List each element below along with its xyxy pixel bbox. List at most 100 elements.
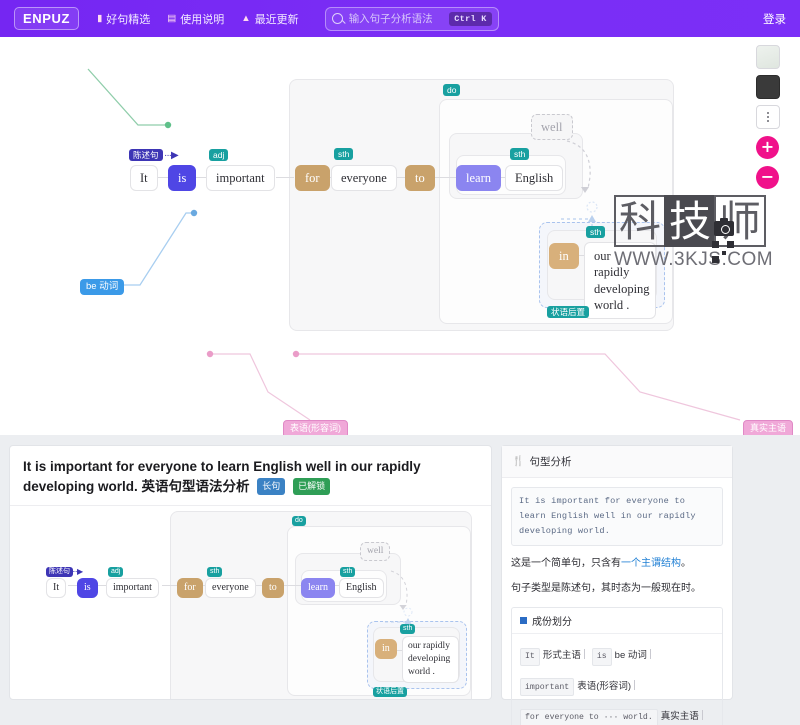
nav-item-hao-ju[interactable]: ▮ 好句精选 xyxy=(97,11,150,27)
node-well[interactable]: well xyxy=(531,114,573,141)
bookmark-icon: ▮ xyxy=(97,12,103,24)
mini-tag-sth-everyone: sth xyxy=(207,567,223,577)
square-icon xyxy=(520,617,527,625)
mini-tag-adj: adj xyxy=(108,567,124,577)
node-world-phrase[interactable]: our rapidly developing world . xyxy=(584,242,656,319)
mini-node-important[interactable]: important xyxy=(106,578,159,598)
component-row: It 形式主语 is be 动词 xyxy=(520,641,714,667)
component-text: for everyone to ··· world. xyxy=(520,708,658,725)
mini-node-well[interactable]: well xyxy=(360,542,391,562)
dashed-wires xyxy=(560,140,598,233)
nav-label: 使用说明 xyxy=(180,13,225,26)
analysis-panel-header: 🍴 句型分析 xyxy=(502,446,732,478)
app-logo[interactable]: ENPUZ xyxy=(14,7,80,30)
nav-label: 最近更新 xyxy=(254,13,299,26)
mini-diagram[interactable]: 陈述句 ···▶ It is adj important for sth eve… xyxy=(10,506,491,699)
bell-icon: ▲ xyxy=(241,12,251,24)
page-title: It is important for everyone to learn En… xyxy=(10,446,491,507)
node-is[interactable]: is xyxy=(168,165,197,192)
line1-part-d: 一个主谓结构 xyxy=(621,558,681,570)
mini-node-learn[interactable]: learn xyxy=(301,578,335,598)
component-role: 形式主语 xyxy=(542,650,581,662)
mini-node-to[interactable]: to xyxy=(262,578,284,598)
book-icon: ▤ xyxy=(167,12,177,24)
mini-tag-do: do xyxy=(292,516,306,526)
node-to[interactable]: to xyxy=(405,165,435,192)
zoom-out-button[interactable]: − xyxy=(756,166,779,189)
search-box[interactable]: 输入句子分析语法 Ctrl K xyxy=(324,6,499,31)
mini-node-world-phrase[interactable]: our rapidly developing world . xyxy=(402,636,459,683)
line1-part-e: 。 xyxy=(681,558,691,570)
tag-sth-english: sth xyxy=(510,148,530,161)
node-in[interactable]: in xyxy=(549,243,579,270)
component-row: for everyone to ··· world. 真实主语 xyxy=(520,702,714,725)
analysis-icon: 🍴 xyxy=(512,456,525,467)
sentence-card: It is important for everyone to learn En… xyxy=(9,445,492,700)
declarative-arrow-icon: ···▶ xyxy=(164,150,179,161)
search-icon xyxy=(331,13,343,24)
analysis-line-1: 这是一个简单句，只含有一个主谓结构。 xyxy=(511,556,723,571)
node-everyone[interactable]: everyone xyxy=(331,165,397,192)
mini-node-is[interactable]: is xyxy=(77,578,98,598)
badge-long-sentence: 长句 xyxy=(257,477,286,495)
lower-section: It is important for everyone to learn En… xyxy=(0,435,800,725)
label-real-subject: 真实主语 xyxy=(743,420,794,435)
login-button[interactable]: 登录 xyxy=(763,11,786,27)
analysis-panel-body: It is important for everyone to learn En… xyxy=(502,478,732,725)
mini-tag-declarative: 陈述句 xyxy=(46,567,73,577)
component-row: important 表语(形容词) xyxy=(520,672,714,698)
tag-adj: adj xyxy=(209,149,229,162)
node-english[interactable]: English xyxy=(505,165,564,192)
mini-node-in[interactable]: in xyxy=(375,639,397,659)
search-input[interactable]: 输入句子分析语法 xyxy=(349,11,450,26)
tag-sth-world: sth xyxy=(586,226,606,239)
analysis-panel-title: 句型分析 xyxy=(529,456,572,468)
tag-adverbial: 状语后置 xyxy=(547,306,590,319)
line1-part-c: ，只含有 xyxy=(581,558,621,570)
zoom-in-button[interactable]: + xyxy=(756,136,779,159)
background-light-button[interactable] xyxy=(756,45,780,69)
mini-node-everyone[interactable]: everyone xyxy=(205,578,256,598)
analysis-line-2: 句子类型是陈述句，其时态为一般现在时。 xyxy=(511,583,701,595)
nav-item-zui-jin[interactable]: ▲ 最近更新 xyxy=(241,11,298,27)
tag-declarative: 陈述句 xyxy=(129,149,163,162)
mini-tag-adverbial: 状语后置 xyxy=(373,687,407,697)
more-vertical-icon[interactable] xyxy=(756,105,780,129)
label-be-verb: be 动词 xyxy=(80,279,125,296)
mini-node-for[interactable]: for xyxy=(177,578,203,598)
component-role: 真实主语 xyxy=(660,711,699,723)
components-title: 成份划分 xyxy=(532,617,572,629)
mini-tag-sth-world: sth xyxy=(400,624,416,634)
nav-label: 好句精选 xyxy=(106,13,151,26)
tag-sth-everyone: sth xyxy=(334,148,354,161)
component-role: 表语(形容词) xyxy=(577,680,632,692)
tag-do: do xyxy=(443,84,461,97)
line1-part-b: 简单句 xyxy=(551,558,581,570)
mini-declarative-arrow-icon: ···▶ xyxy=(72,567,83,577)
mini-tag-sth-english: sth xyxy=(340,567,356,577)
mini-node-english[interactable]: English xyxy=(339,578,384,598)
analysis-quote: It is important for everyone to learn En… xyxy=(511,487,723,547)
node-learn[interactable]: learn xyxy=(456,165,501,192)
badge-unlocked: 已解锁 xyxy=(293,477,331,495)
line1-part-a: 这是一个 xyxy=(511,558,551,570)
background-dark-button[interactable] xyxy=(756,75,780,99)
sentence-title-text: It is important for everyone to learn En… xyxy=(23,459,421,494)
analysis-panel: 🍴 句型分析 It is important for everyone to l… xyxy=(501,445,733,725)
components-header: 成份划分 xyxy=(512,608,722,635)
diagram-canvas[interactable]: 陈述句 ···▶ It is adj important for sth eve… xyxy=(0,37,800,435)
search-shortcut-badge: Ctrl K xyxy=(449,11,492,26)
node-for[interactable]: for xyxy=(295,165,330,192)
canvas-toolbar: + − xyxy=(756,45,780,189)
label-predicative: 表语(形容词) xyxy=(283,420,348,435)
components-body: It 形式主语 is be 动词 important 表语(形容词) for every… xyxy=(512,634,722,725)
top-header: ENPUZ ▮ 好句精选 ▤ 使用说明 ▲ 最近更新 输入句子分析语法 Ctrl… xyxy=(0,0,800,37)
node-important[interactable]: important xyxy=(206,165,275,192)
component-text: important xyxy=(520,678,575,697)
component-text: is xyxy=(591,647,612,666)
nav-item-shi-yong[interactable]: ▤ 使用说明 xyxy=(167,11,224,27)
components-card: 成份划分 It 形式主语 is be 动词 important 表语(形容词) for … xyxy=(511,607,723,725)
main-nav: ▮ 好句精选 ▤ 使用说明 ▲ 最近更新 xyxy=(97,11,299,27)
node-it[interactable]: It xyxy=(130,165,158,192)
mini-node-it[interactable]: It xyxy=(46,578,67,598)
